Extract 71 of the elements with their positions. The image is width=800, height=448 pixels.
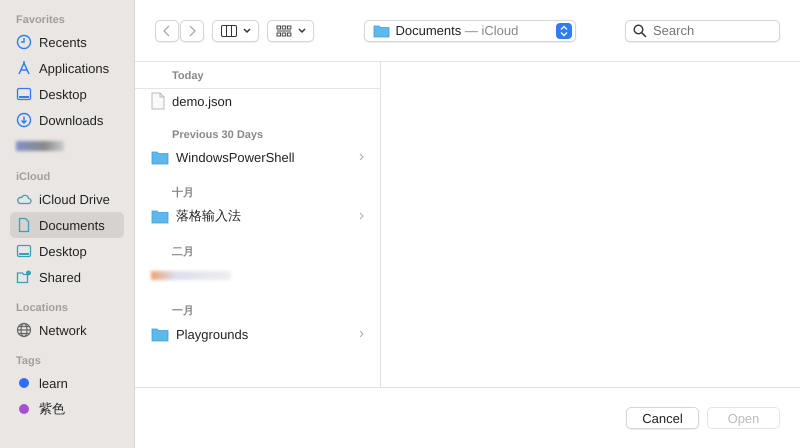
section-title: Locations xyxy=(15,301,69,316)
desktop-icon xyxy=(16,243,32,259)
folder-icon xyxy=(372,24,390,38)
item-label: Desktop xyxy=(39,86,87,102)
sidebar-item[interactable]: Network xyxy=(10,317,124,343)
item-label: Desktop xyxy=(39,244,87,258)
sidebar-item[interactable]: iCloud Drive xyxy=(10,186,124,212)
group-header: 一月 xyxy=(171,304,195,319)
compass-a-icon xyxy=(16,60,32,76)
folder-icon xyxy=(151,326,169,342)
item-label: 紫色 xyxy=(39,400,65,418)
folder-name: WindowsPowerShell xyxy=(176,150,296,164)
sidebar-item[interactable]: learn xyxy=(10,370,124,396)
column-view-button[interactable] xyxy=(212,20,259,42)
search-field[interactable]: Search xyxy=(625,20,780,42)
file-row[interactable]: WindowsPowerShell xyxy=(135,145,380,169)
chevron-right-icon xyxy=(359,212,364,220)
file-row[interactable]: demo.json xyxy=(135,89,380,113)
chevron-down-icon xyxy=(242,28,250,34)
sidebar-item[interactable]: Shared xyxy=(10,264,124,290)
document-icon xyxy=(16,217,32,233)
item-label: Shared xyxy=(39,270,81,284)
sidebar-item[interactable]: Desktop xyxy=(10,238,124,264)
chevron-right-icon xyxy=(188,24,196,36)
dialog-button[interactable]: Cancel xyxy=(626,407,699,429)
item-label: learn xyxy=(39,376,68,390)
search-icon xyxy=(633,24,647,38)
download-icon xyxy=(16,112,32,128)
shared-folder-icon xyxy=(16,269,32,285)
back-button[interactable] xyxy=(155,20,179,42)
section-title: Tags xyxy=(15,354,42,369)
sidebar-item[interactable]: Applications xyxy=(10,55,124,81)
section-title: iCloud xyxy=(15,170,52,185)
item-label: Network xyxy=(39,322,87,338)
group-header: Previous 30 Days xyxy=(171,128,264,143)
blurred-item xyxy=(16,141,64,151)
group-header: 二月 xyxy=(171,245,195,260)
folder-icon xyxy=(151,150,169,164)
grid-view-button[interactable] xyxy=(267,20,314,42)
stepper-icon xyxy=(556,22,572,38)
item-label: iCloud Drive xyxy=(39,192,110,206)
sidebar-item[interactable]: Downloads xyxy=(10,107,124,133)
item-label: Documents xyxy=(39,218,105,232)
sidebar-item[interactable]: Desktop xyxy=(10,81,124,107)
sidebar-item[interactable]: Recents xyxy=(10,29,124,55)
sidebar-item[interactable]: Documents xyxy=(10,212,124,238)
chevron-left-icon xyxy=(163,24,171,36)
location-popup[interactable]: Documents — iCloud xyxy=(364,20,576,42)
sidebar-item[interactable]: 紫色 xyxy=(10,396,124,422)
forward-button[interactable] xyxy=(180,20,204,42)
item-label: Downloads xyxy=(39,112,104,128)
file-name: demo.json xyxy=(172,94,233,108)
file-row[interactable]: Playgrounds xyxy=(135,322,380,346)
clock-icon xyxy=(16,34,32,50)
item-label: Applications xyxy=(39,60,110,76)
file-icon xyxy=(151,92,165,110)
folder-name: Playgrounds xyxy=(176,326,250,342)
globe-icon xyxy=(16,322,32,338)
chevron-right-icon xyxy=(359,330,364,338)
columns-icon xyxy=(220,24,236,36)
chevron-down-icon xyxy=(298,28,306,34)
group-header: Today xyxy=(135,62,380,89)
chevron-right-icon xyxy=(359,153,364,161)
folder-name: 落格输入法 xyxy=(176,207,242,225)
folder-icon xyxy=(151,208,169,224)
file-row[interactable]: 落格输入法 xyxy=(135,204,380,228)
group-header: 十月 xyxy=(171,186,195,201)
desktop-icon xyxy=(16,86,32,102)
grid-icon xyxy=(276,24,292,36)
item-label: Recents xyxy=(39,34,87,50)
section-title: Favorites xyxy=(15,13,66,28)
